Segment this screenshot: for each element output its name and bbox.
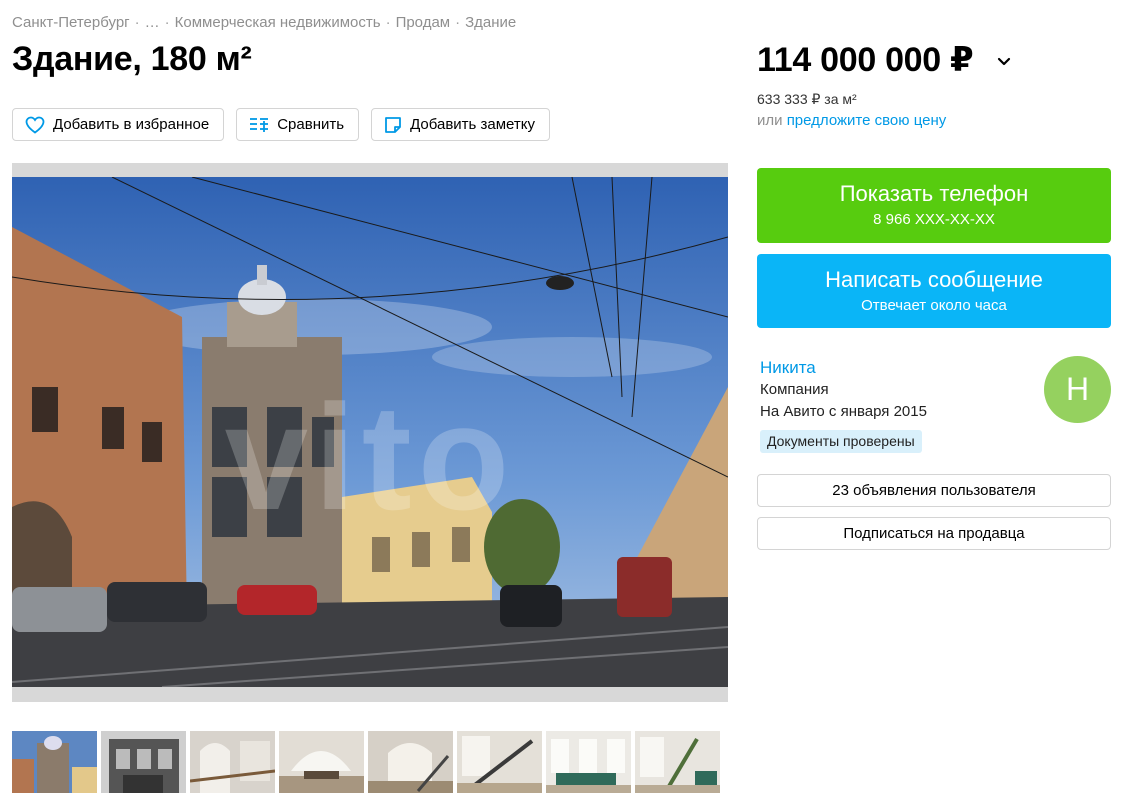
compare-button[interactable]: Сравнить <box>236 108 360 141</box>
documents-verified-badge: Документы проверены <box>760 430 922 453</box>
subscribe-seller-button[interactable]: Подписаться на продавца <box>757 517 1111 550</box>
listing-actions: Добавить в избранное Сравнить Добавить з… <box>12 108 562 141</box>
breadcrumb-item-city[interactable]: Санкт-Петербург <box>12 14 130 31</box>
thumbnail[interactable] <box>457 731 542 793</box>
price-value: 114 000 000 ₽ <box>757 41 974 79</box>
seller-since: На Авито с января 2015 <box>760 403 927 420</box>
price-block: 114 000 000 ₽ <box>757 40 1011 80</box>
add-to-favorites-button[interactable]: Добавить в избранное <box>12 108 225 141</box>
offer-price-line: или предложите свою цену <box>757 112 946 129</box>
seller-ads-button[interactable]: 23 объявления пользователя <box>757 474 1111 507</box>
add-note-button[interactable]: Добавить заметку <box>371 108 550 141</box>
show-phone-label: Показать телефон <box>839 181 1029 206</box>
thumbnail[interactable] <box>279 731 364 793</box>
breadcrumb-separator: · <box>134 14 140 31</box>
photo-watermark: vito <box>224 373 516 541</box>
thumbnail[interactable] <box>190 731 275 793</box>
thumbnail[interactable] <box>101 731 186 793</box>
add-note-label: Добавить заметку <box>410 116 535 133</box>
breadcrumb-item-category[interactable]: Коммерческая недвижимость <box>175 14 381 31</box>
heart-icon <box>25 116 45 134</box>
write-message-button[interactable]: Написать сообщение Отвечает около часа <box>757 254 1111 328</box>
show-phone-button[interactable]: Показать телефон 8 966 XXX-XX-XX <box>757 168 1111 243</box>
thumbnail-strip <box>12 731 724 793</box>
note-icon <box>385 116 401 133</box>
avatar[interactable]: Н <box>1044 356 1111 423</box>
seller-type: Компания <box>760 381 829 398</box>
compare-icon <box>250 117 269 132</box>
offer-price-link[interactable]: предложите свою цену <box>787 112 947 129</box>
page-title: Здание, 180 м² <box>12 40 252 78</box>
add-to-favorites-label: Добавить в избранное <box>53 116 210 133</box>
price-per-square-meter: 633 333 ₽ за м² <box>757 91 857 107</box>
phone-masked: 8 966 XXX-XX-XX <box>873 211 995 228</box>
breadcrumb-separator: · <box>385 14 391 31</box>
thumbnail[interactable] <box>546 731 631 793</box>
breadcrumb-separator: · <box>455 14 461 31</box>
breadcrumb: Санкт-Петербург ·… · Коммерческая недвижимо… <box>12 14 516 31</box>
response-time: Отвечает около часа <box>861 297 1007 314</box>
thumbnail[interactable] <box>368 731 453 793</box>
chevron-down-icon[interactable] <box>997 57 1011 67</box>
thumbnail[interactable] <box>12 731 97 793</box>
main-photo[interactable]: vito <box>12 163 728 702</box>
breadcrumb-separator: · <box>164 14 170 31</box>
thumbnail[interactable] <box>635 731 720 793</box>
breadcrumb-item-ellipsis[interactable]: … <box>145 14 160 31</box>
compare-label: Сравнить <box>277 116 345 133</box>
breadcrumb-item-deal[interactable]: Продам <box>396 14 451 31</box>
offer-prefix: или <box>757 112 783 129</box>
write-message-label: Написать сообщение <box>825 267 1043 292</box>
breadcrumb-item-type[interactable]: Здание <box>465 14 516 31</box>
seller-name-link[interactable]: Никита <box>760 358 816 378</box>
